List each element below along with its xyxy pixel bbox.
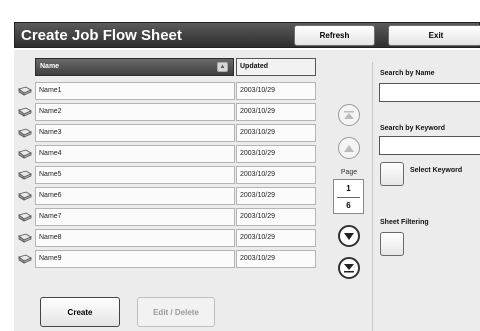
scroll-to-top-button[interactable]	[338, 104, 360, 126]
row-name: Name4	[35, 145, 235, 163]
page-indicator: 1 6	[333, 179, 364, 214]
down-arrow-icon	[344, 232, 354, 240]
table-row[interactable]: Name9 2003/10/29	[18, 250, 318, 268]
sheet-filtering-button[interactable]	[380, 232, 404, 256]
table-row[interactable]: Name8 2003/10/29	[18, 229, 318, 247]
table-row[interactable]: Name7 2003/10/29	[18, 208, 318, 226]
table-row[interactable]: Name5 2003/10/29	[18, 166, 318, 184]
column-header-updated-label: Updated	[240, 63, 268, 70]
table-row[interactable]: Name3 2003/10/29	[18, 124, 318, 142]
create-button[interactable]: Create	[40, 297, 120, 327]
sort-ascending-icon: ▲	[217, 62, 228, 72]
select-keyword-label: Select Keyword	[410, 167, 463, 174]
column-header-name[interactable]: Name ▲	[35, 58, 234, 76]
double-up-arrow-icon	[344, 111, 354, 119]
panel-divider	[372, 62, 373, 331]
job-flow-sheet-icon	[18, 86, 32, 96]
column-header-updated[interactable]: Updated	[236, 58, 316, 76]
edit-delete-button[interactable]: Edit / Delete	[137, 297, 215, 327]
column-header-name-label: Name	[40, 63, 60, 70]
row-name: Name2	[35, 103, 235, 121]
job-flow-sheet-icon	[18, 149, 32, 159]
job-flow-sheet-icon	[18, 191, 32, 201]
row-name: Name1	[35, 82, 235, 100]
job-flow-sheet-icon	[18, 128, 32, 138]
row-name: Name5	[35, 166, 235, 184]
row-updated: 2003/10/29	[236, 124, 316, 142]
row-updated: 2003/10/29	[236, 103, 316, 121]
scroll-down-button[interactable]	[338, 225, 360, 247]
page-divider	[337, 197, 360, 198]
search-by-keyword-label: Search by Keyword	[380, 125, 445, 132]
row-updated: 2003/10/29	[236, 250, 316, 268]
page-label: Page	[340, 169, 358, 176]
job-flow-sheet-icon	[18, 233, 32, 243]
row-updated: 2003/10/29	[236, 229, 316, 247]
exit-button[interactable]: Exit	[388, 25, 480, 46]
row-name: Name8	[35, 229, 235, 247]
title-bar: Create Job Flow Sheet Refresh Exit	[14, 22, 480, 48]
table-row[interactable]: Name2 2003/10/29	[18, 103, 318, 121]
row-updated: 2003/10/29	[236, 208, 316, 226]
total-pages: 6	[346, 201, 351, 210]
search-by-keyword-input[interactable]	[379, 136, 480, 155]
row-updated: 2003/10/29	[236, 187, 316, 205]
sheet-filtering-label: Sheet Filtering	[380, 219, 429, 226]
table-row[interactable]: Name6 2003/10/29	[18, 187, 318, 205]
current-page: 1	[346, 184, 351, 193]
job-flow-sheet-icon	[18, 170, 32, 180]
select-keyword-button[interactable]	[380, 162, 404, 186]
scroll-to-bottom-button[interactable]	[338, 257, 360, 279]
row-updated: 2003/10/29	[236, 166, 316, 184]
page-title: Create Job Flow Sheet	[21, 27, 182, 44]
row-name: Name7	[35, 208, 235, 226]
row-name: Name6	[35, 187, 235, 205]
table-row[interactable]: Name1 2003/10/29	[18, 82, 318, 100]
row-name: Name3	[35, 124, 235, 142]
search-by-name-label: Search by Name	[380, 70, 435, 77]
scroll-up-button[interactable]	[338, 137, 360, 159]
refresh-button[interactable]: Refresh	[294, 25, 375, 46]
up-arrow-icon	[344, 144, 354, 152]
row-name: Name9	[35, 250, 235, 268]
job-flow-sheet-icon	[18, 212, 32, 222]
row-updated: 2003/10/29	[236, 145, 316, 163]
double-down-arrow-icon	[344, 264, 354, 273]
job-flow-sheet-icon	[18, 254, 32, 264]
table-row[interactable]: Name4 2003/10/29	[18, 145, 318, 163]
search-by-name-input[interactable]	[379, 83, 480, 102]
row-updated: 2003/10/29	[236, 82, 316, 100]
job-flow-sheet-icon	[18, 107, 32, 117]
